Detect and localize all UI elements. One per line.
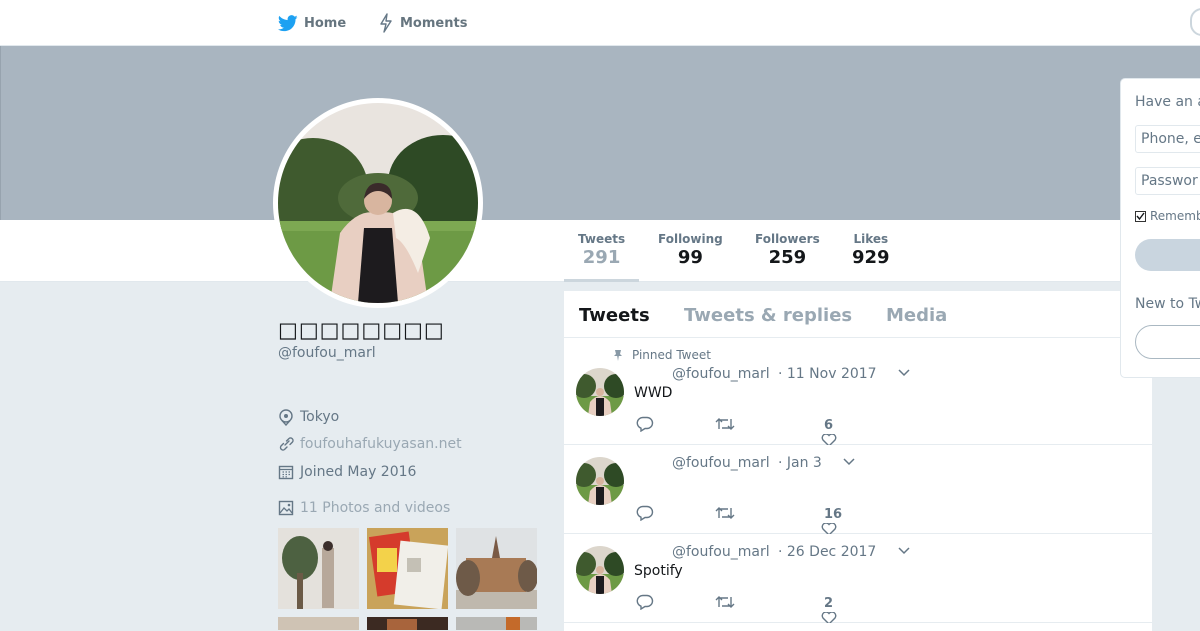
- tweet-item[interactable]: Pinned Tweet @foufou_marl · 11 Nov 2017 …: [564, 338, 1152, 445]
- login-card-title: Have an a: [1135, 94, 1200, 110]
- heart-icon[interactable]: [821, 523, 837, 534]
- tweet-handle[interactable]: @foufou_marl: [672, 366, 770, 382]
- profile-avatar[interactable]: [273, 98, 483, 308]
- photos-and-videos-label[interactable]: 11 Photos and videos: [300, 500, 450, 516]
- media-thumbnail[interactable]: [456, 617, 537, 630]
- calendar-icon: [278, 465, 294, 480]
- login-card: Have an a Phone, e Passwor Rememb New to…: [1120, 78, 1200, 378]
- tab-media[interactable]: Media: [886, 305, 947, 326]
- lightning-bolt-icon: [380, 13, 392, 33]
- link-icon: [279, 437, 294, 451]
- chevron-down-icon[interactable]: [843, 455, 855, 472]
- stat-tweets-value: 291: [582, 247, 621, 268]
- heart-icon[interactable]: [821, 434, 837, 445]
- photo-icon: [278, 500, 294, 516]
- stat-followers-label: Followers: [755, 232, 820, 246]
- tweet-item[interactable]: @foufou_marl · Jan 3 16: [564, 445, 1152, 534]
- profile-display-name: □□□□□□□□: [278, 318, 445, 342]
- chevron-down-icon[interactable]: [898, 544, 910, 561]
- profile-photo-image: [278, 103, 478, 303]
- media-thumbnail[interactable]: [367, 528, 448, 609]
- photos-and-videos-link[interactable]: 11 Photos and videos: [278, 500, 450, 516]
- stat-following[interactable]: Following 99: [658, 232, 723, 268]
- profile-join-date-text: Joined May 2016: [300, 464, 417, 480]
- nav-moments[interactable]: Moments: [378, 0, 467, 46]
- retweet-icon[interactable]: [715, 417, 735, 431]
- location-pin-icon: [279, 409, 293, 426]
- remember-me-label: Rememb: [1150, 209, 1200, 223]
- stat-followers[interactable]: Followers 259: [755, 232, 820, 268]
- stat-likes-label: Likes: [853, 232, 889, 246]
- nav-home[interactable]: Home: [278, 0, 346, 46]
- profile-join-date: Joined May 2016: [278, 464, 416, 480]
- stat-likes-value: 929: [852, 247, 890, 268]
- reply-icon[interactable]: [636, 594, 654, 610]
- nav-home-label: Home: [304, 15, 347, 31]
- tweet-author-avatar[interactable]: [576, 368, 624, 416]
- nav-moments-label: Moments: [400, 15, 468, 31]
- like-count: 6: [824, 418, 834, 433]
- like-count: 2: [824, 596, 834, 611]
- password-input[interactable]: Passwor: [1135, 167, 1200, 195]
- tweet-item[interactable]: @foufou_marl · 26 Dec 2017 Spotify 2: [564, 534, 1152, 623]
- stat-followers-value: 259: [768, 247, 807, 268]
- profile-location: Tokyo: [278, 408, 339, 426]
- tweet-timestamp[interactable]: · 11 Nov 2017: [778, 366, 877, 382]
- media-thumbnail[interactable]: [278, 528, 359, 609]
- profile-website[interactable]: foufouhafukuyasan.net: [278, 436, 462, 452]
- sign-up-button[interactable]: [1135, 325, 1200, 359]
- chevron-down-icon[interactable]: [898, 366, 910, 383]
- stat-tweets[interactable]: Tweets 291: [563, 232, 640, 282]
- tweet-handle[interactable]: @foufou_marl: [672, 455, 770, 471]
- tweet-author-avatar[interactable]: [576, 457, 624, 505]
- profile-header-banner: [0, 46, 1200, 220]
- remember-me-checkbox[interactable]: Rememb: [1135, 209, 1200, 223]
- profile-website-link[interactable]: foufouhafukuyasan.net: [300, 436, 462, 452]
- media-thumbnail[interactable]: [367, 617, 448, 630]
- like-count: 16: [824, 507, 843, 522]
- search-field-edge[interactable]: [1190, 8, 1200, 36]
- tab-tweets-and-replies[interactable]: Tweets & replies: [684, 305, 852, 326]
- pinned-tweet-indicator: Pinned Tweet: [612, 348, 711, 362]
- reply-icon[interactable]: [636, 416, 654, 432]
- stat-likes[interactable]: Likes 929: [852, 232, 890, 268]
- media-thumbnail[interactable]: [456, 528, 537, 609]
- tweet-timeline: Tweets Tweets & replies Media Pinned Twe…: [564, 291, 1152, 631]
- twitter-bird-icon: [278, 14, 298, 31]
- retweet-icon[interactable]: [715, 506, 735, 520]
- reply-icon[interactable]: [636, 505, 654, 521]
- retweet-icon[interactable]: [715, 595, 735, 609]
- tab-tweets[interactable]: Tweets: [579, 305, 650, 326]
- tweet-text: WWD: [634, 385, 673, 401]
- timeline-tabs: Tweets Tweets & replies Media: [564, 291, 1152, 338]
- stat-following-label: Following: [658, 232, 723, 246]
- login-button[interactable]: [1135, 239, 1200, 271]
- stat-following-value: 99: [677, 247, 703, 268]
- tweet-timestamp[interactable]: · 26 Dec 2017: [778, 544, 876, 560]
- pinned-tweet-label: Pinned Tweet: [632, 348, 711, 362]
- profile-stats-bar: Tweets 291 Following 99 Followers 259 Li…: [0, 220, 1200, 282]
- pin-icon: [614, 350, 622, 361]
- stat-tweets-label: Tweets: [578, 232, 626, 246]
- tweet-timestamp[interactable]: · Jan 3: [778, 455, 822, 471]
- checkbox-icon[interactable]: [1135, 210, 1146, 222]
- profile-location-text: Tokyo: [300, 409, 340, 425]
- heart-icon[interactable]: [821, 612, 837, 623]
- tweet-handle[interactable]: @foufou_marl: [672, 544, 770, 560]
- new-to-twitter-label: New to Tw: [1135, 296, 1200, 312]
- tweet-text: Spotify: [634, 563, 683, 579]
- tweet-author-avatar[interactable]: [576, 546, 624, 594]
- media-thumbnail[interactable]: [278, 617, 359, 630]
- profile-handle[interactable]: @foufou_marl: [278, 345, 376, 361]
- phone-email-input[interactable]: Phone, e: [1135, 125, 1200, 153]
- top-navigation-bar: Home Moments: [0, 0, 1200, 46]
